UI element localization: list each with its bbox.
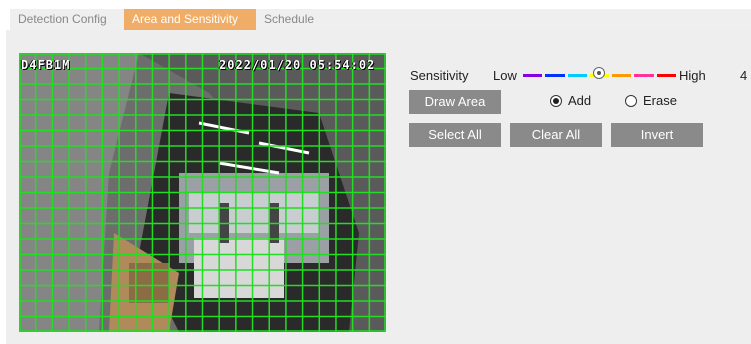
sensitivity-slider[interactable]: [522, 30, 678, 90]
slider-segment: [634, 74, 654, 77]
tab-bar: Detection Config Area and Sensitivity Sc…: [0, 0, 751, 30]
timestamp-overlay: 2022/01/20 05:54:02: [219, 58, 376, 72]
tab-detection-config[interactable]: Detection Config: [10, 9, 124, 30]
sensitivity-low-label: Low: [493, 68, 517, 83]
select-all-button[interactable]: Select All: [409, 123, 501, 147]
sensitivity-high-label: High: [679, 68, 706, 83]
camera-scene: [19, 53, 386, 332]
tab-strip-background: [326, 9, 751, 30]
tab-area-and-sensitivity[interactable]: Area and Sensitivity: [124, 9, 256, 30]
slider-segment: [656, 74, 676, 77]
invert-button[interactable]: Invert: [611, 123, 703, 147]
camera-preview[interactable]: D4FB1M 2022/01/20 05:54:02: [19, 53, 386, 332]
slider-knob-center: [597, 71, 601, 75]
erase-radio[interactable]: [625, 95, 637, 107]
add-label: Add: [568, 93, 592, 108]
sensitivity-value: 4: [740, 68, 748, 83]
settings-panel: D4FB1M 2022/01/20 05:54:02 Sensitivity L…: [6, 30, 751, 344]
slider-knob[interactable]: [593, 67, 605, 79]
slider-segment: [567, 74, 587, 77]
erase-label: Erase: [643, 93, 677, 108]
camera-name-overlay: D4FB1M: [21, 58, 71, 72]
draw-area-button[interactable]: Draw Area: [409, 90, 501, 114]
tab-schedule[interactable]: Schedule: [256, 9, 326, 30]
slider-segment: [523, 74, 543, 77]
add-radio[interactable]: [550, 95, 562, 107]
slider-segment: [545, 74, 565, 77]
clear-all-button[interactable]: Clear All: [510, 123, 602, 147]
sensitivity-label: Sensitivity: [410, 68, 469, 83]
slider-segment: [612, 74, 632, 77]
